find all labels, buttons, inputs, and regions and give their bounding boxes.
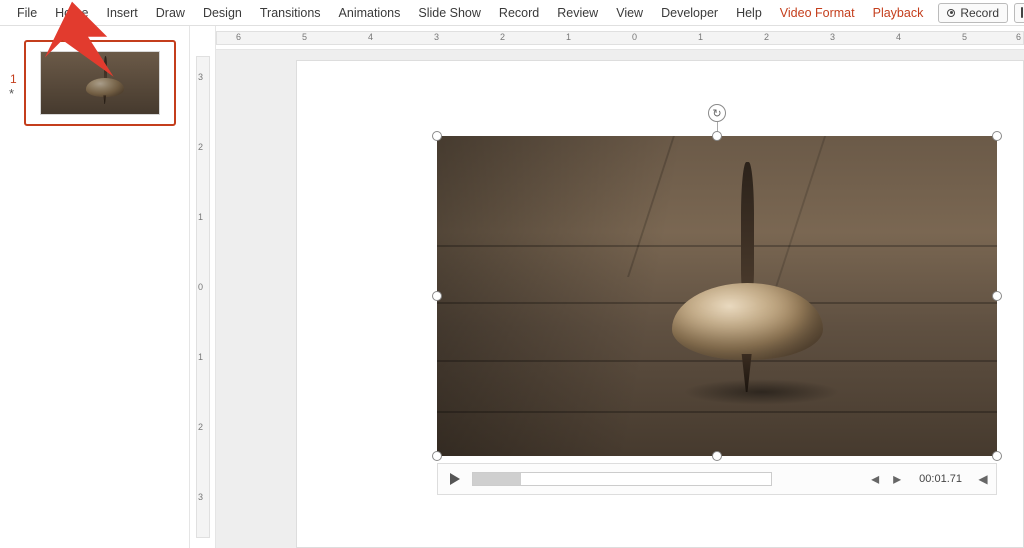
vruler-mark: 2 bbox=[198, 142, 203, 152]
timecode: 00:01.71 bbox=[919, 473, 962, 485]
resize-handle-tm[interactable] bbox=[712, 131, 722, 141]
tab-record[interactable]: Record bbox=[490, 0, 548, 26]
present-button[interactable]: Pr bbox=[1014, 3, 1024, 23]
tab-home[interactable]: Home bbox=[46, 0, 97, 26]
record-button[interactable]: Record bbox=[938, 3, 1008, 23]
hruler-mark: 5 bbox=[302, 32, 307, 42]
tab-view[interactable]: View bbox=[607, 0, 652, 26]
tab-transitions[interactable]: Transitions bbox=[251, 0, 330, 26]
slide-number: 1 bbox=[10, 72, 17, 86]
video-frame-preview bbox=[437, 136, 997, 456]
vruler-mark: 1 bbox=[198, 212, 203, 222]
slide-modified-marker: * bbox=[9, 86, 14, 101]
resize-handle-bl[interactable] bbox=[432, 451, 442, 461]
tab-playback[interactable]: Playback bbox=[864, 0, 933, 26]
tab-video-format[interactable]: Video Format bbox=[771, 0, 864, 26]
tab-draw[interactable]: Draw bbox=[147, 0, 194, 26]
tab-developer[interactable]: Developer bbox=[652, 0, 727, 26]
tab-file[interactable]: File bbox=[8, 0, 46, 26]
hruler-mark: 4 bbox=[368, 32, 373, 42]
step-forward-button[interactable]: ▸ bbox=[889, 471, 905, 487]
vertical-ruler: 3 2 1 0 1 2 3 bbox=[190, 26, 216, 548]
horizontal-ruler: 6 5 4 3 2 1 0 1 2 3 4 5 6 bbox=[216, 26, 1024, 50]
hruler-mark: 2 bbox=[764, 32, 769, 42]
play-button[interactable] bbox=[444, 468, 466, 490]
video-object[interactable] bbox=[437, 136, 997, 456]
slide-editor: 6 5 4 3 2 1 0 1 2 3 4 5 6 bbox=[216, 26, 1024, 548]
hruler-mark: 3 bbox=[434, 32, 439, 42]
hruler-mark: 4 bbox=[896, 32, 901, 42]
resize-handle-mr[interactable] bbox=[992, 291, 1002, 301]
resize-handle-ml[interactable] bbox=[432, 291, 442, 301]
tab-review[interactable]: Review bbox=[548, 0, 607, 26]
slide-thumbnail-1[interactable] bbox=[24, 40, 176, 126]
tab-design[interactable]: Design bbox=[194, 0, 251, 26]
tab-help[interactable]: Help bbox=[727, 0, 771, 26]
hruler-mark: 3 bbox=[830, 32, 835, 42]
step-back-button[interactable]: ◂ bbox=[867, 471, 883, 487]
hruler-mark: 6 bbox=[236, 32, 241, 42]
hruler-mark: 0 bbox=[632, 32, 637, 42]
slide-canvas-area[interactable]: ◂ ▸ 00:01.71 ◀ bbox=[216, 50, 1024, 548]
resize-handle-tr[interactable] bbox=[992, 131, 1002, 141]
record-button-label: Record bbox=[960, 6, 999, 20]
tab-insert[interactable]: Insert bbox=[98, 0, 147, 26]
vruler-mark: 3 bbox=[198, 492, 203, 502]
vruler-mark: 1 bbox=[198, 352, 203, 362]
hruler-mark: 2 bbox=[500, 32, 505, 42]
play-icon bbox=[450, 473, 460, 485]
tab-slideshow[interactable]: Slide Show bbox=[409, 0, 490, 26]
progress-track[interactable] bbox=[472, 472, 772, 486]
monitor-icon bbox=[1021, 7, 1023, 18]
tab-animations[interactable]: Animations bbox=[330, 0, 410, 26]
vruler-mark: 2 bbox=[198, 422, 203, 432]
slide-thumbnail-preview bbox=[40, 51, 160, 115]
hruler-mark: 1 bbox=[698, 32, 703, 42]
mute-button[interactable]: ◀ bbox=[976, 472, 990, 486]
hruler-mark: 6 bbox=[1016, 32, 1021, 42]
media-control-bar: ◂ ▸ 00:01.71 ◀ bbox=[437, 463, 997, 495]
vruler-mark: 0 bbox=[198, 282, 203, 292]
resize-handle-br[interactable] bbox=[992, 451, 1002, 461]
record-icon bbox=[947, 9, 955, 17]
resize-handle-bm[interactable] bbox=[712, 451, 722, 461]
hruler-mark: 5 bbox=[962, 32, 967, 42]
rotate-handle[interactable] bbox=[708, 104, 726, 122]
progress-fill bbox=[473, 473, 521, 485]
resize-handle-tl[interactable] bbox=[432, 131, 442, 141]
workspace: 1 * 3 2 1 0 1 2 3 6 5 4 bbox=[0, 26, 1024, 548]
ribbon-tabs: File Home Insert Draw Design Transitions… bbox=[0, 0, 1024, 26]
slide-canvas[interactable]: ◂ ▸ 00:01.71 ◀ bbox=[296, 60, 1024, 548]
vruler-mark: 3 bbox=[198, 72, 203, 82]
slide-thumbnail-panel: 1 * bbox=[0, 26, 190, 548]
hruler-mark: 1 bbox=[566, 32, 571, 42]
